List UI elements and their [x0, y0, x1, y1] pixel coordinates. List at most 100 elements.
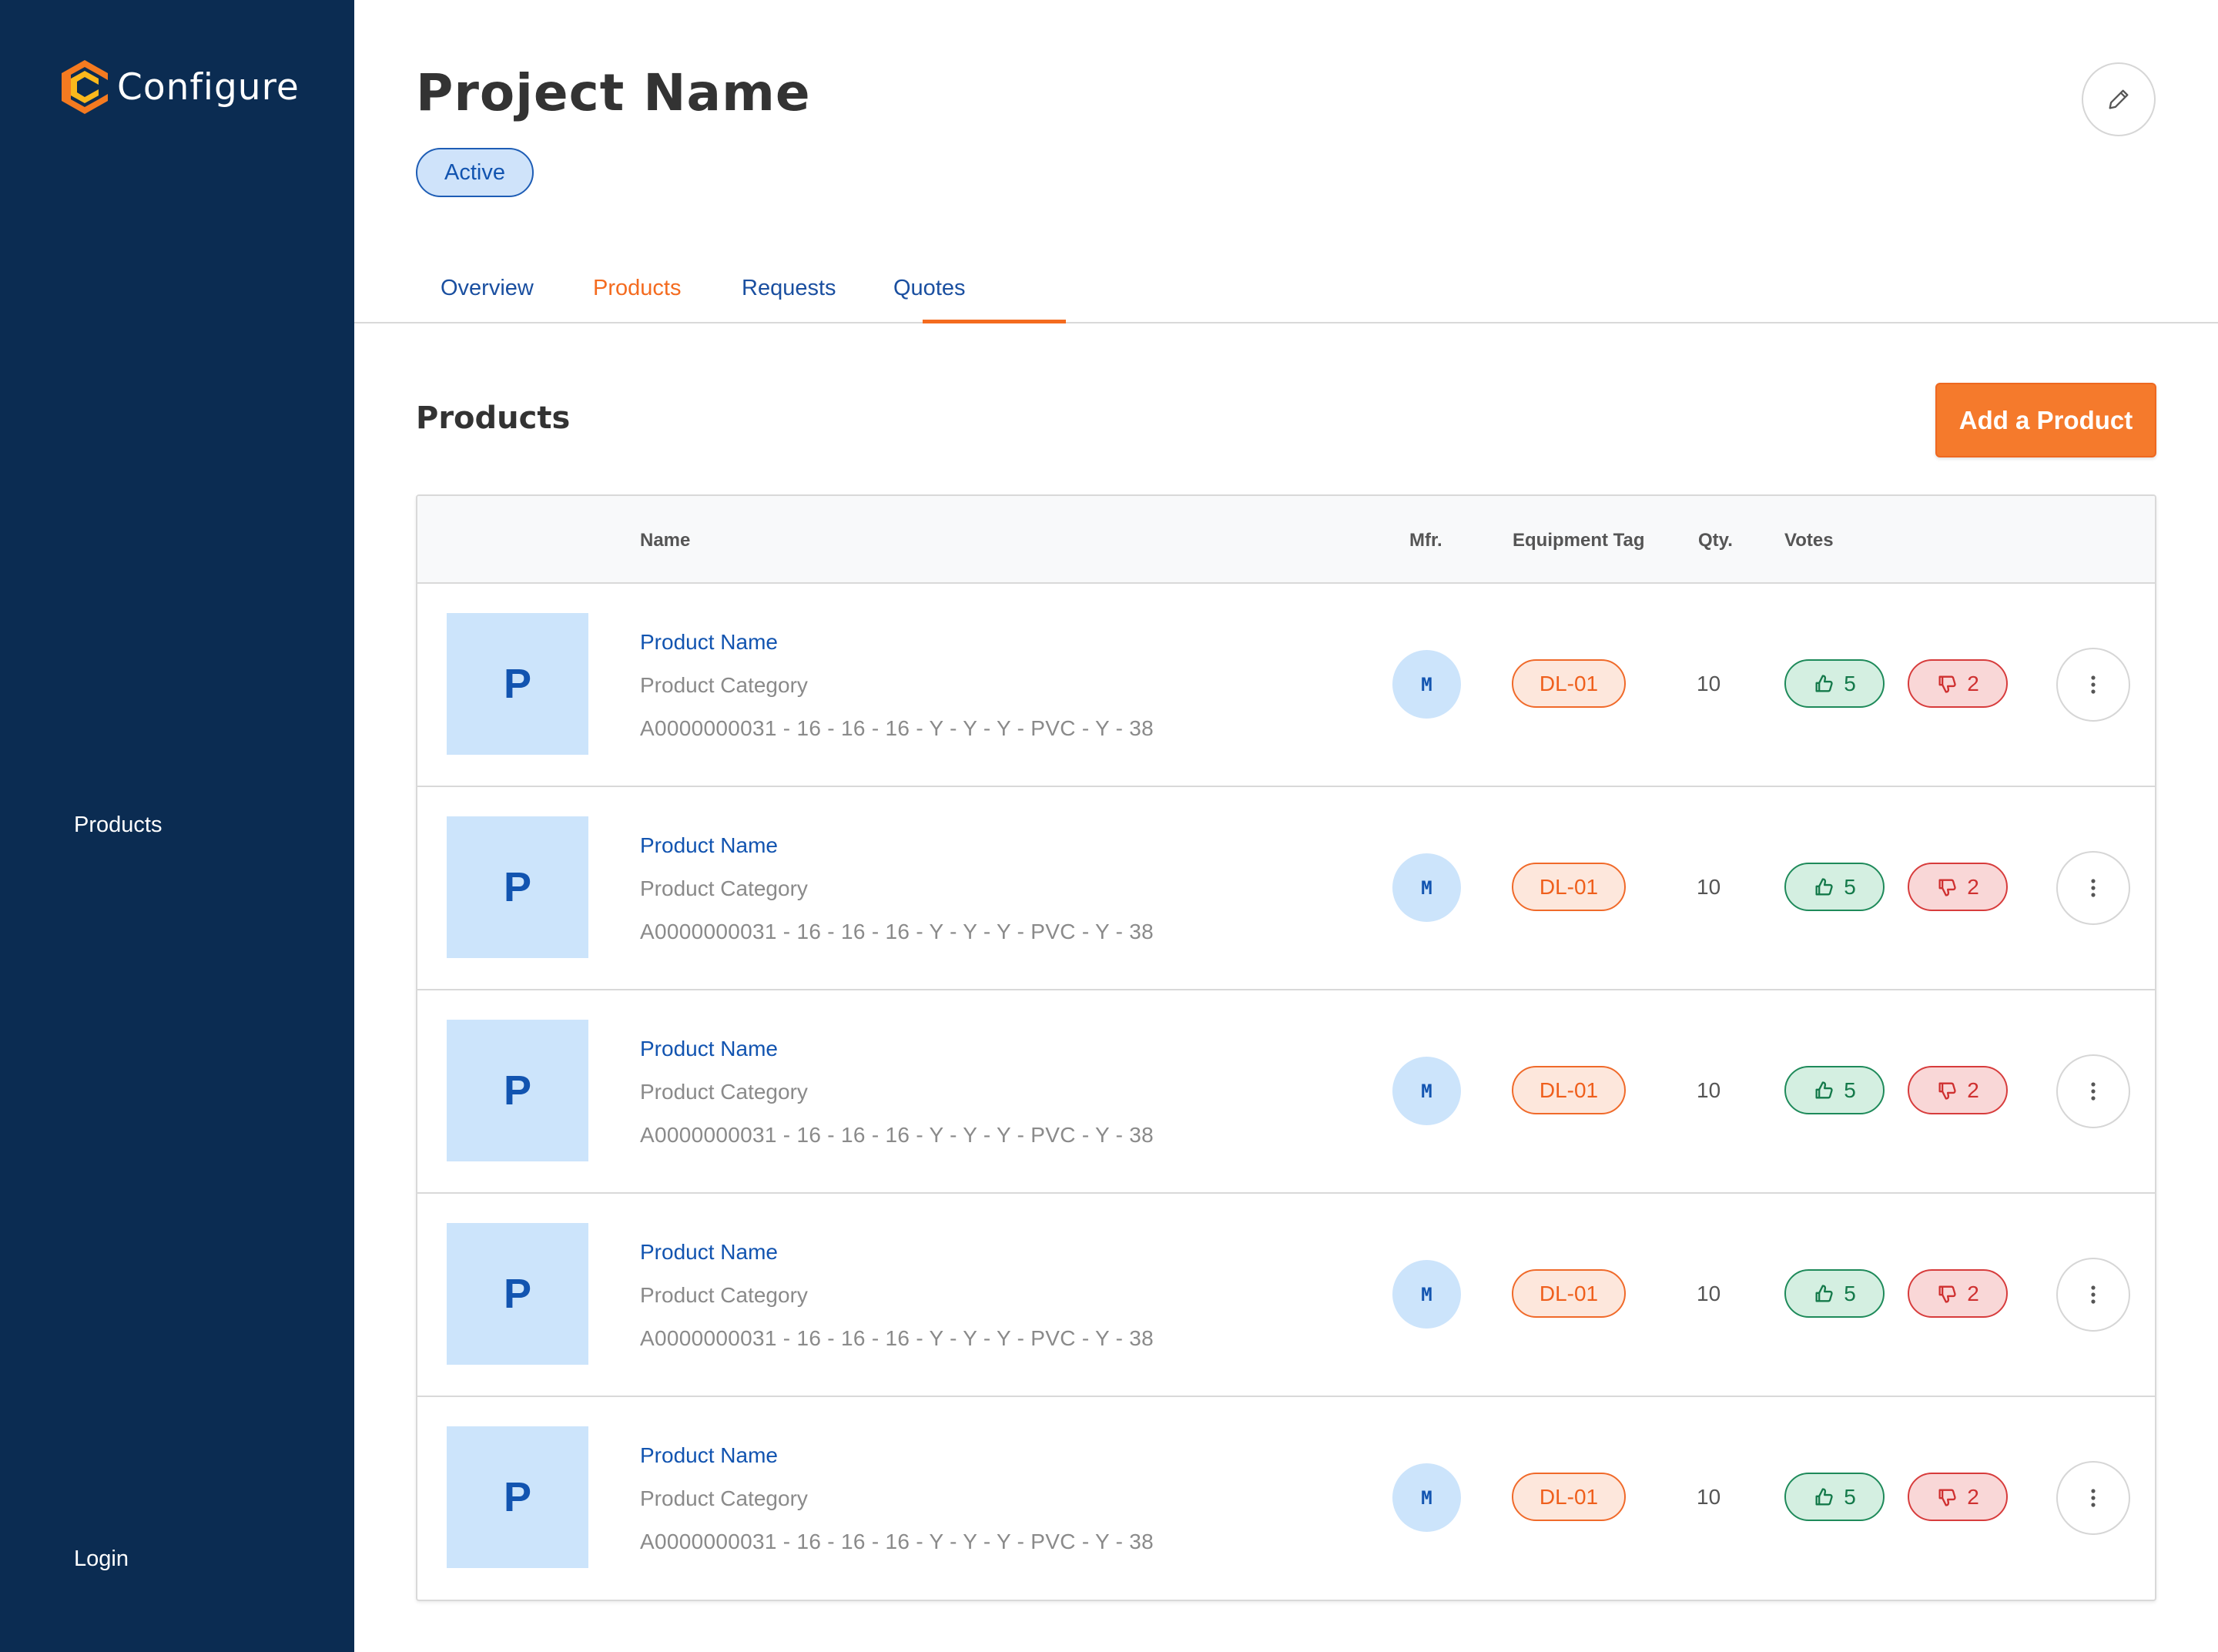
downvote-count: 2	[1967, 874, 1979, 899]
tab-requests[interactable]: Requests	[742, 276, 836, 301]
downvote-button[interactable]: 2	[1908, 863, 2008, 911]
equipment-tag-badge: DL-01	[1512, 1473, 1626, 1521]
column-header-qty: Qty.	[1698, 530, 1733, 551]
column-header-votes: Votes	[1784, 530, 1834, 551]
tab-overview[interactable]: Overview	[441, 276, 534, 301]
equipment-tag-badge: DL-01	[1512, 1066, 1626, 1114]
sidebar-item-login[interactable]: Login	[74, 1546, 129, 1572]
product-name-link[interactable]: Product Name	[640, 833, 778, 858]
product-thumbnail: P	[447, 613, 588, 755]
downvote-count: 2	[1967, 671, 1979, 695]
product-thumbnail: P	[447, 1020, 588, 1161]
row-more-options-button[interactable]	[2056, 1258, 2130, 1332]
product-category: Product Category	[640, 876, 808, 900]
edit-button[interactable]	[2082, 62, 2156, 136]
table-row[interactable]: P Product Name Product Category A0000000…	[417, 1194, 2155, 1397]
table-row[interactable]: P Product Name Product Category A0000000…	[417, 787, 2155, 990]
table-row[interactable]: P Product Name Product Category A0000000…	[417, 584, 2155, 787]
upvote-button[interactable]: 5	[1784, 1473, 1885, 1521]
downvote-button[interactable]: 2	[1908, 1066, 2008, 1114]
quantity-value: 10	[1697, 1282, 1721, 1305]
thumbs-up-icon	[1815, 1284, 1833, 1302]
sidebar-item-products[interactable]: Products	[74, 813, 162, 838]
upvote-count: 5	[1844, 1484, 1856, 1509]
manufacturer-avatar: M	[1392, 853, 1461, 922]
product-category: Product Category	[640, 1080, 808, 1104]
upvote-button[interactable]: 5	[1784, 1269, 1885, 1318]
downvote-count: 2	[1967, 1077, 1979, 1102]
row-more-options-button[interactable]	[2056, 648, 2130, 722]
table-row[interactable]: P Product Name Product Category A0000000…	[417, 990, 2155, 1194]
thumbs-down-icon	[1938, 1285, 1956, 1303]
products-table: Name Mfr. Equipment Tag Qty. Votes P Pro…	[416, 494, 2156, 1601]
logo[interactable]: Configure	[60, 60, 300, 114]
add-product-button[interactable]: Add a Product	[1935, 383, 2156, 457]
configure-logo-icon	[62, 60, 108, 114]
product-code: A0000000031 - 16 - 16 - 16 - Y - Y - Y -…	[640, 1530, 1154, 1553]
column-header-mfr: Mfr.	[1409, 530, 1442, 551]
quantity-value: 10	[1697, 672, 1721, 695]
upvote-count: 5	[1844, 1077, 1856, 1102]
downvote-count: 2	[1967, 1281, 1979, 1305]
downvote-count: 2	[1967, 1484, 1979, 1509]
upvote-button[interactable]: 5	[1784, 1066, 1885, 1114]
downvote-button[interactable]: 2	[1908, 659, 2008, 708]
more-vertical-icon	[2091, 675, 2096, 694]
product-name-link[interactable]: Product Name	[640, 1443, 778, 1468]
more-vertical-icon	[2091, 1489, 2096, 1507]
upvote-count: 5	[1844, 671, 1856, 695]
product-category: Product Category	[640, 1486, 808, 1510]
sidebar: Configure Products Login	[0, 0, 354, 1652]
manufacturer-avatar: M	[1392, 650, 1461, 719]
downvote-button[interactable]: 2	[1908, 1473, 2008, 1521]
product-thumbnail: P	[447, 1426, 588, 1568]
thumbs-down-icon	[1938, 1082, 1956, 1100]
pencil-icon	[2109, 89, 2129, 109]
table-row[interactable]: P Product Name Product Category A0000000…	[417, 1397, 2155, 1600]
product-name-link[interactable]: Product Name	[640, 1037, 778, 1061]
product-thumbnail: P	[447, 1223, 588, 1365]
row-more-options-button[interactable]	[2056, 1461, 2130, 1535]
product-category: Product Category	[640, 1283, 808, 1307]
downvote-button[interactable]: 2	[1908, 1269, 2008, 1318]
tab-products[interactable]: Products	[593, 276, 681, 301]
column-header-equipment-tag: Equipment Tag	[1513, 530, 1645, 551]
thumbs-down-icon	[1938, 1489, 1956, 1506]
active-tab-indicator	[923, 320, 1066, 323]
product-name-link[interactable]: Product Name	[640, 1240, 778, 1265]
table-header: Name Mfr. Equipment Tag Qty. Votes	[417, 496, 2155, 584]
more-vertical-icon	[2091, 1082, 2096, 1101]
equipment-tag-badge: DL-01	[1512, 659, 1626, 708]
product-name-link[interactable]: Product Name	[640, 630, 778, 655]
manufacturer-avatar: M	[1392, 1057, 1461, 1125]
manufacturer-avatar: M	[1392, 1463, 1461, 1532]
product-code: A0000000031 - 16 - 16 - 16 - Y - Y - Y -…	[640, 1326, 1154, 1350]
product-code: A0000000031 - 16 - 16 - 16 - Y - Y - Y -…	[640, 716, 1154, 740]
product-code: A0000000031 - 16 - 16 - 16 - Y - Y - Y -…	[640, 920, 1154, 943]
equipment-tag-badge: DL-01	[1512, 863, 1626, 911]
thumbs-up-icon	[1815, 674, 1833, 692]
page-title: Project Name	[416, 63, 811, 122]
tab-quotes[interactable]: Quotes	[893, 276, 966, 301]
manufacturer-avatar: M	[1392, 1260, 1461, 1329]
thumbs-up-icon	[1815, 1081, 1833, 1098]
logo-text: Configure	[117, 65, 300, 109]
quantity-value: 10	[1697, 1078, 1721, 1102]
section-title: Products	[416, 400, 571, 436]
status-badge: Active	[416, 148, 534, 197]
quantity-value: 10	[1697, 1485, 1721, 1509]
upvote-count: 5	[1844, 1281, 1856, 1305]
thumbs-up-icon	[1815, 877, 1833, 895]
more-vertical-icon	[2091, 1285, 2096, 1304]
product-code: A0000000031 - 16 - 16 - 16 - Y - Y - Y -…	[640, 1123, 1154, 1147]
row-more-options-button[interactable]	[2056, 1054, 2130, 1128]
equipment-tag-badge: DL-01	[1512, 1269, 1626, 1318]
thumbs-down-icon	[1938, 675, 1956, 693]
product-category: Product Category	[640, 673, 808, 697]
more-vertical-icon	[2091, 879, 2096, 897]
row-more-options-button[interactable]	[2056, 851, 2130, 925]
upvote-count: 5	[1844, 874, 1856, 899]
tab-bar: Overview Products Requests Quotes	[354, 262, 2218, 323]
upvote-button[interactable]: 5	[1784, 659, 1885, 708]
upvote-button[interactable]: 5	[1784, 863, 1885, 911]
